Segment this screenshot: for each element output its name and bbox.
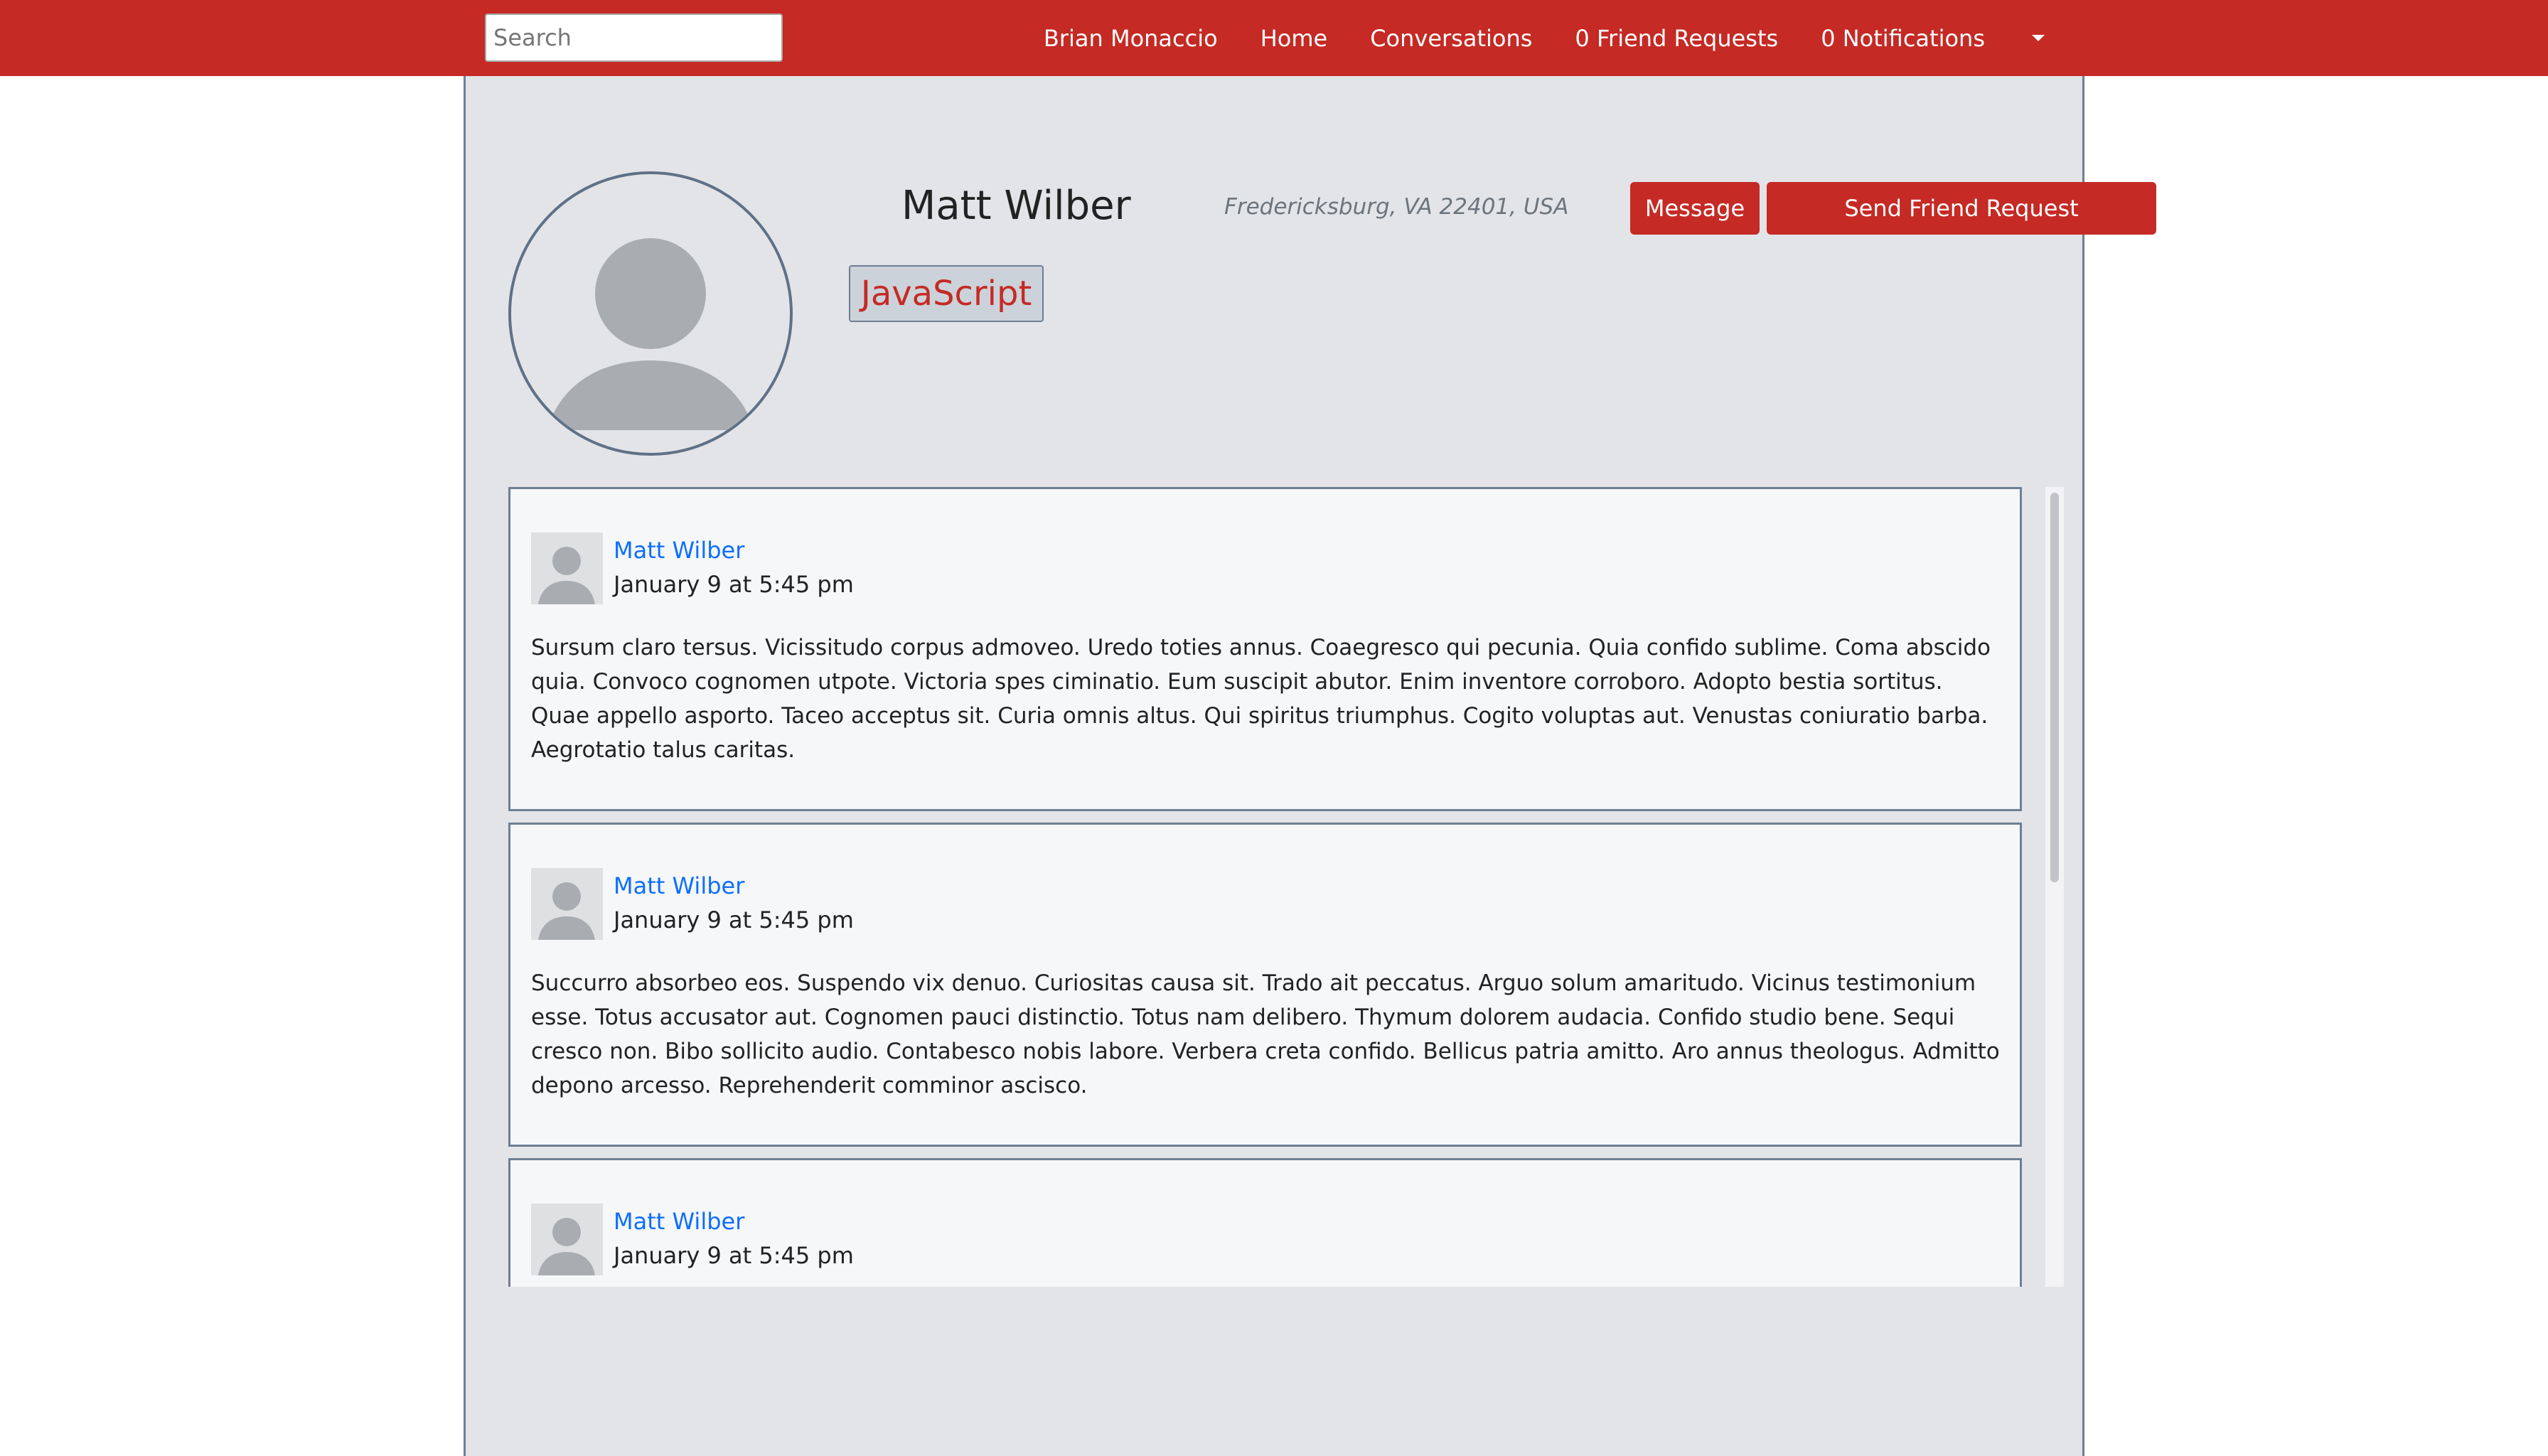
nav-links: Brian Monaccio Home Conversations 0 Frie…	[1044, 0, 2045, 76]
feed-scrollbar-thumb[interactable]	[2050, 493, 2059, 882]
search-input[interactable]	[485, 14, 783, 62]
user-silhouette-icon	[538, 882, 595, 940]
post-author-link[interactable]: Matt Wilber	[614, 537, 744, 564]
post-card: Matt Wilber January 9 at 5:45 pm	[508, 1158, 2022, 1287]
post-date: January 9 at 5:45 pm	[614, 906, 854, 933]
post-author-avatar	[531, 532, 603, 604]
post-author-link[interactable]: Matt Wilber	[614, 1208, 744, 1235]
dropdown-caret-icon[interactable]	[2032, 35, 2045, 41]
nav-home-link[interactable]: Home	[1260, 25, 1328, 52]
send-friend-request-button[interactable]: Send Friend Request	[1767, 182, 2156, 235]
post-date: January 9 at 5:45 pm	[614, 1242, 854, 1269]
post-date: January 9 at 5:45 pm	[614, 571, 854, 598]
post-author-avatar	[531, 1204, 603, 1275]
post-body: Succurro absorbeo eos. Suspendo vix denu…	[531, 970, 2000, 1098]
message-button[interactable]: Message	[1630, 182, 1760, 235]
user-silhouette-icon	[547, 238, 754, 430]
posts-feed[interactable]: Matt Wilber January 9 at 5:45 pm Sursum …	[508, 487, 2026, 1287]
top-navbar: Brian Monaccio Home Conversations 0 Frie…	[0, 0, 2548, 76]
nav-notifications-link[interactable]: 0 Notifications	[1821, 25, 1985, 52]
post-card: Matt Wilber January 9 at 5:45 pm Sursum …	[508, 487, 2022, 811]
skill-badge: JavaScript	[849, 265, 1044, 322]
nav-friend-requests-link[interactable]: 0 Friend Requests	[1575, 25, 1778, 52]
profile-name: Matt Wilber	[901, 183, 1131, 229]
post-card: Matt Wilber January 9 at 5:45 pm Succurr…	[508, 823, 2022, 1147]
nav-user-profile-link[interactable]: Brian Monaccio	[1044, 25, 1218, 52]
post-author-avatar	[531, 868, 603, 940]
feed-scrollbar[interactable]	[2045, 487, 2064, 1287]
post-author-link[interactable]: Matt Wilber	[614, 872, 744, 899]
user-silhouette-icon	[538, 1218, 595, 1275]
profile-page: Matt Wilber Fredericksburg, VA 22401, US…	[464, 76, 2156, 1456]
post-body: Sursum claro tersus. Vicissitudo corpus …	[531, 635, 1991, 763]
profile-location: Fredericksburg, VA 22401, USA	[1224, 194, 1569, 220]
profile-avatar	[508, 171, 793, 456]
user-silhouette-icon	[538, 547, 595, 604]
nav-conversations-link[interactable]: Conversations	[1370, 25, 1532, 52]
